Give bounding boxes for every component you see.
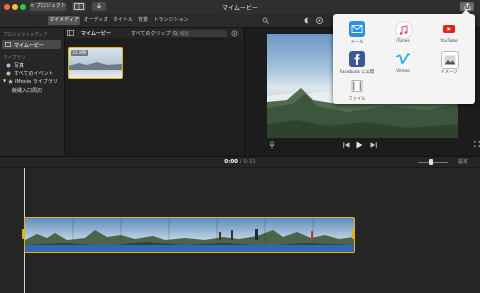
sidebar-item-all-events[interactable]: すべてのイベント (6, 70, 61, 78)
sidebar-item-label: マイムービー (14, 42, 44, 49)
photos-icon (6, 63, 11, 68)
clip-thumbnail[interactable]: 31.8秒 (68, 47, 123, 79)
tab-my-media[interactable]: マイメディア (48, 16, 80, 25)
sidebar: プロジェクトメディア マイムービー ライブラリ 写真 すべてのイベント ▼ iM… (0, 28, 65, 156)
itunes-icon (395, 21, 413, 39)
title-bar: < プロジェクト マイムービー (0, 0, 480, 15)
share-icon (464, 3, 470, 10)
landscape-image (69, 62, 122, 70)
share-vimeo-item[interactable]: Vimeo (383, 50, 423, 82)
clip-filmstrip (25, 218, 354, 252)
timecode-display: 0:00 / 0:32 (0, 159, 480, 165)
timeline-divider (0, 167, 480, 168)
share-youtube-item[interactable]: YouTube (429, 20, 469, 52)
browser-toolbar: マイムービー すべてのクリップ ◊ 検索 (65, 28, 243, 38)
fullscreen-icon[interactable] (474, 141, 480, 147)
total-time: 0:32 (243, 159, 256, 165)
share-item-label: メール (350, 40, 364, 45)
star-icon (6, 71, 11, 76)
libraries-header: ライブラリ (3, 56, 26, 61)
timeline-settings-button[interactable]: 設定 (458, 158, 468, 165)
file-icon (349, 78, 365, 94)
tab-transitions[interactable]: トランジション (152, 16, 190, 25)
sidebar-item-label: 飯縄入口周辺 (12, 88, 43, 94)
color-correction-icon[interactable] (316, 17, 323, 24)
clip-trim-handle-left[interactable] (22, 229, 25, 239)
share-item-label: Facebook に公開 (339, 70, 375, 75)
sidebar-item-photos[interactable]: 写真 (6, 62, 61, 70)
browser-title: マイムービー (81, 31, 111, 37)
mail-icon (349, 21, 365, 37)
share-item-label: Vimeo (396, 69, 410, 74)
zoom-slider-knob[interactable] (429, 159, 433, 165)
project-media-header: プロジェクトメディア (3, 33, 48, 38)
adjust-toolbar (262, 16, 342, 25)
share-button[interactable] (460, 2, 474, 11)
image-icon (441, 51, 459, 69)
share-itunes-item[interactable]: iTunes (383, 20, 423, 52)
sidebar-item-imovie-library[interactable]: ▼ iMovie ライブラリ (2, 78, 61, 86)
clip-trim-handle-right[interactable] (352, 229, 355, 239)
search-field[interactable]: 検索 (171, 29, 227, 37)
sidebar-item-label: すべてのイベント (14, 71, 54, 77)
current-time: 0:00 (224, 159, 238, 165)
star-icon (8, 79, 13, 84)
timeline: 0:00 / 0:32 設定 (0, 156, 480, 293)
tab-backgrounds[interactable]: 背景 (136, 16, 150, 25)
skip-forward-icon[interactable] (370, 142, 377, 148)
sidebar-item-label: 写真 (14, 63, 25, 69)
settings-gear-icon[interactable] (231, 30, 238, 37)
facebook-icon (349, 51, 365, 67)
youtube-icon (441, 21, 457, 37)
clip-filter-select[interactable]: すべてのクリップ ◊ (131, 30, 175, 37)
sidebar-item-event[interactable]: 飯縄入口周辺 (10, 87, 61, 95)
tab-titles[interactable]: タイトル (112, 16, 134, 25)
tab-audio[interactable]: オーディオ (82, 16, 110, 25)
sidebar-item-label: iMovie ライブラリ (15, 79, 58, 85)
clip-duration-badge: 31.8秒 (71, 50, 88, 56)
play-icon[interactable] (356, 141, 363, 149)
share-image-item[interactable]: イメージ (429, 50, 469, 82)
zoom-slider[interactable] (418, 159, 448, 165)
share-email-item[interactable]: メール (337, 20, 377, 52)
search-icon (173, 30, 178, 36)
color-balance-icon[interactable] (304, 17, 311, 24)
timeline-clip[interactable] (24, 217, 355, 253)
share-popover: メール iTunes YouTube Facebook に公開 Vimeo イメ… (333, 9, 475, 104)
sidebar-toggle-icon[interactable] (67, 30, 74, 36)
disclosure-triangle-icon: ▼ (3, 78, 7, 83)
skip-back-icon[interactable] (343, 142, 350, 148)
share-item-label: iTunes (396, 39, 410, 44)
time-separator: / (239, 159, 242, 165)
microphone-icon[interactable] (269, 141, 275, 149)
media-browser: マイムービー すべてのクリップ ◊ 検索 31.8秒 (65, 28, 243, 156)
window-title: マイムービー (222, 5, 258, 12)
film-icon (5, 42, 11, 47)
share-file-item[interactable]: ファイル (337, 77, 377, 109)
share-item-label: イメージ (440, 70, 458, 75)
share-item-label: YouTube (440, 39, 458, 44)
magic-wand-icon[interactable] (262, 17, 269, 24)
share-item-label: ファイル (348, 97, 366, 102)
search-placeholder: 検索 (180, 31, 189, 37)
vimeo-icon (395, 51, 411, 67)
sidebar-item-my-movie[interactable]: マイムービー (2, 40, 61, 49)
